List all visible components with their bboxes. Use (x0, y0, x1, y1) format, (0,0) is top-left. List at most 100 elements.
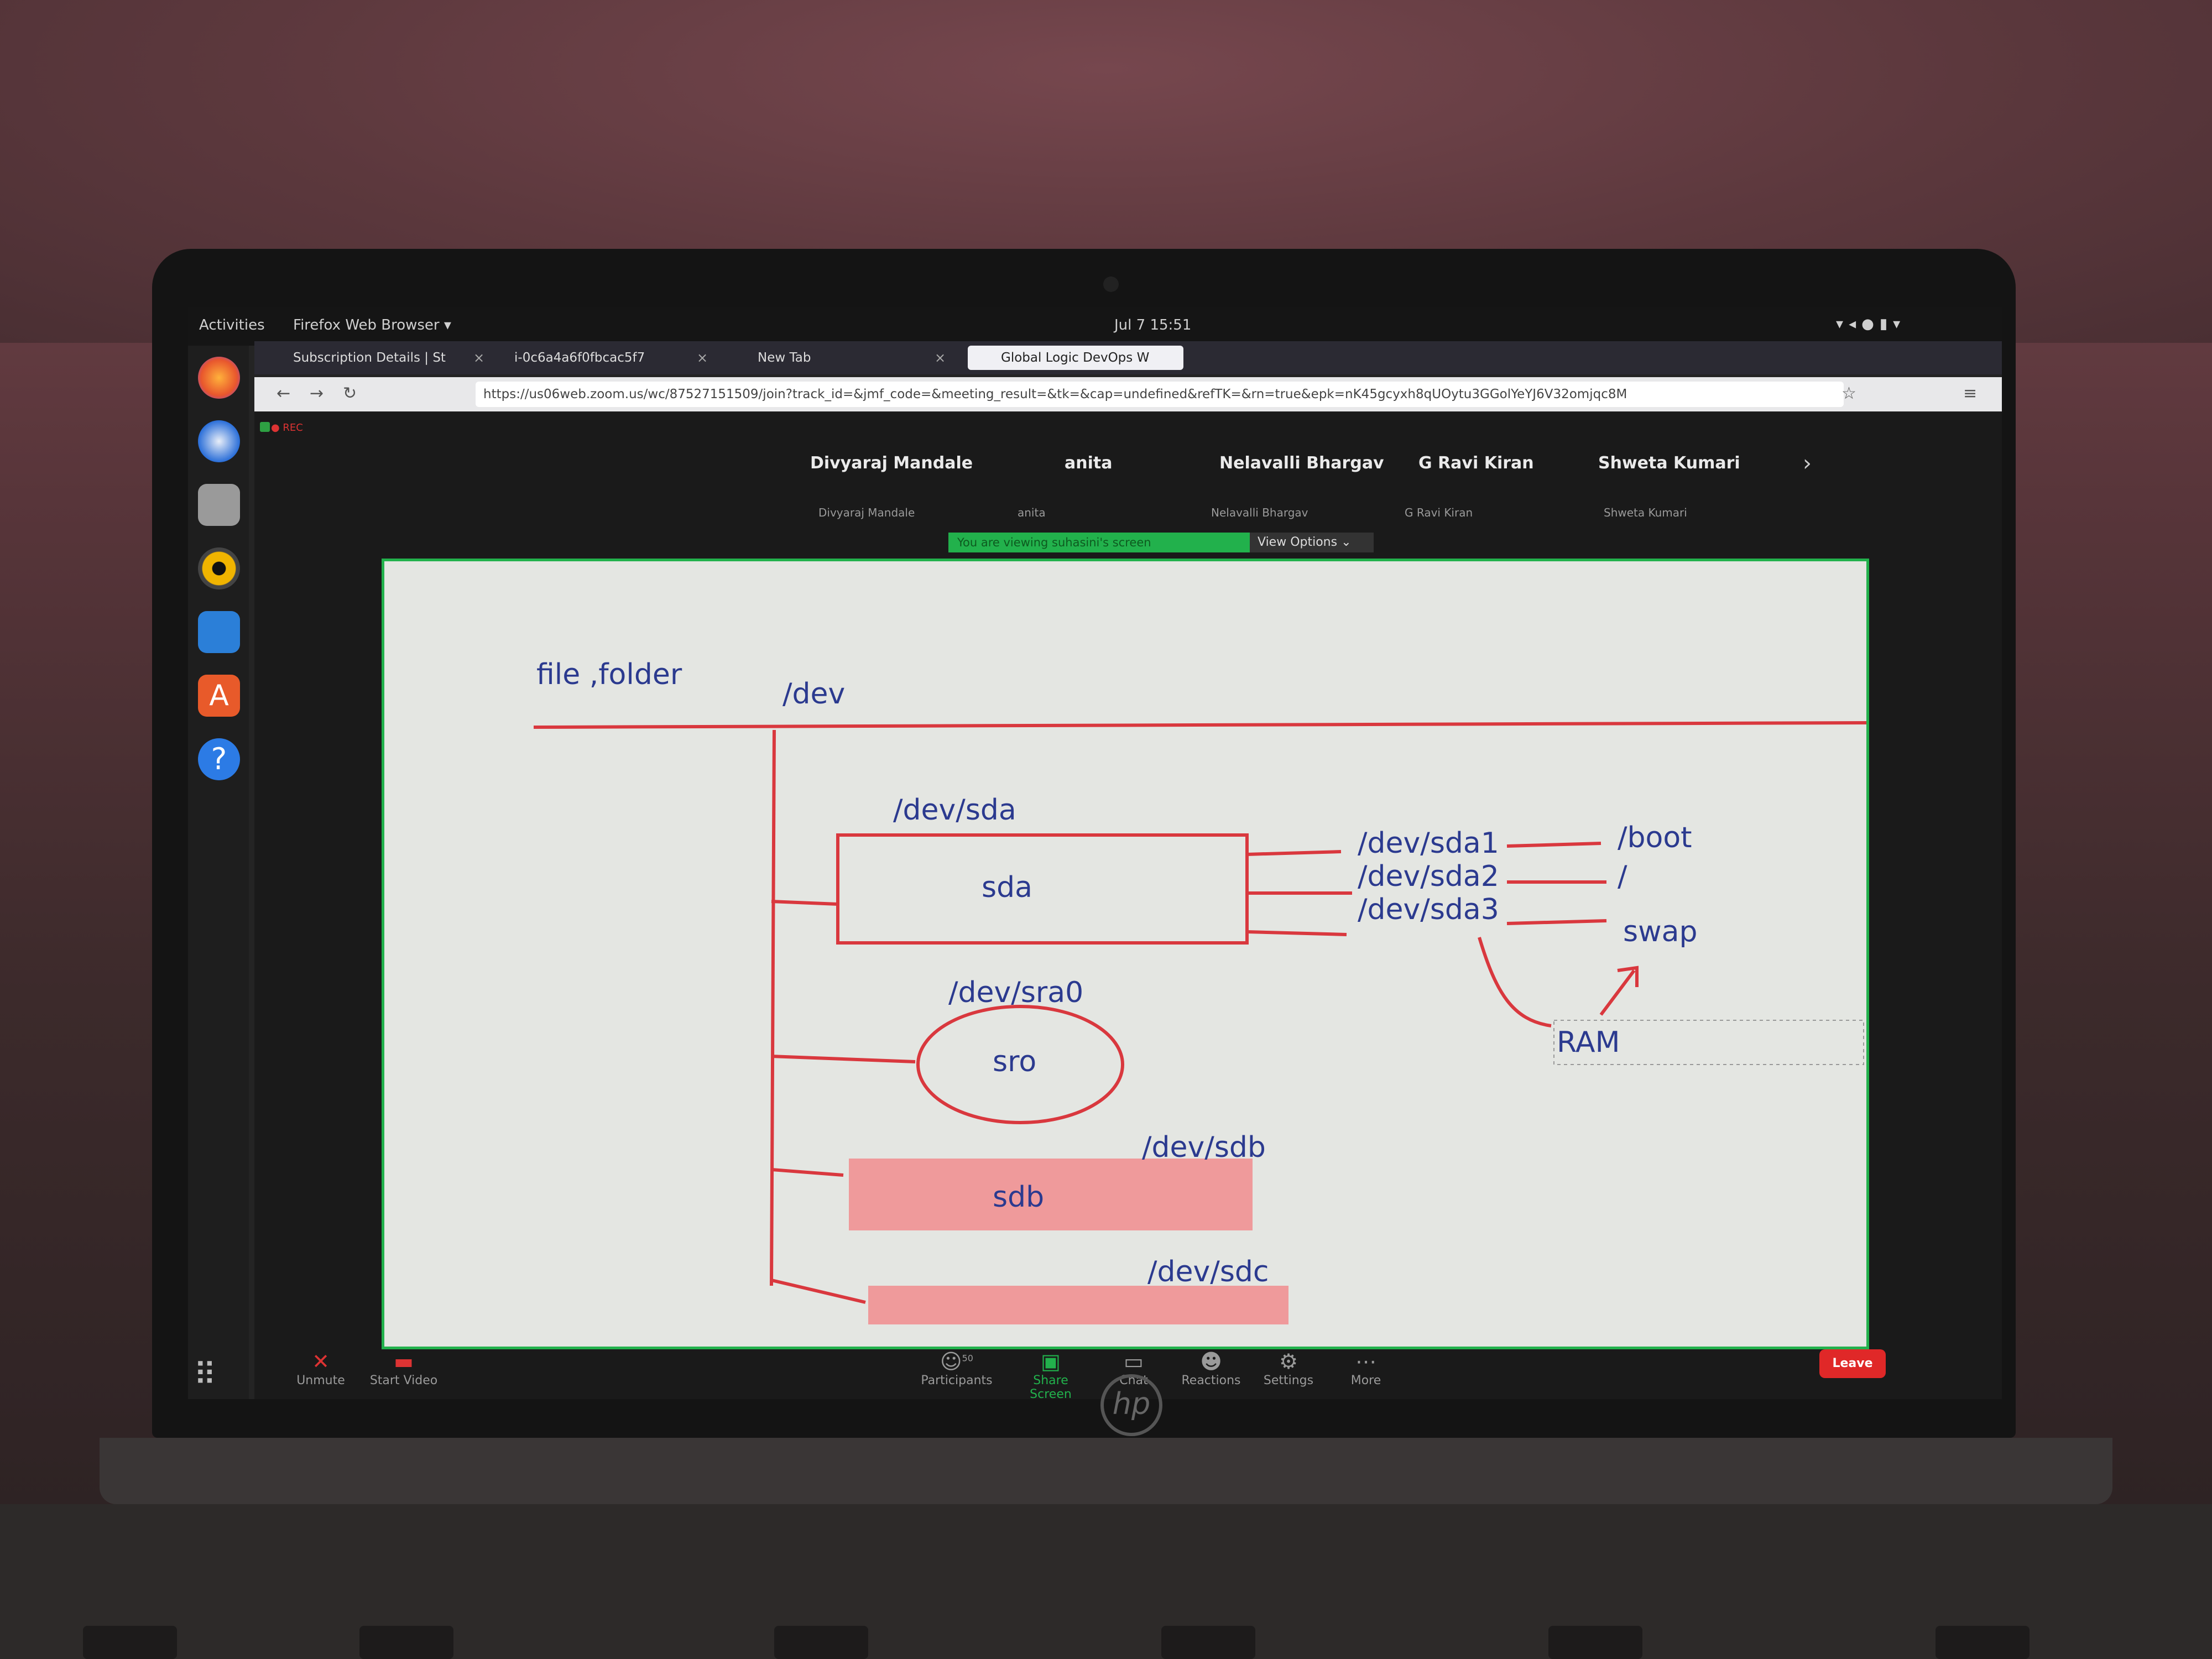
leave-button[interactable]: Leave (1819, 1349, 1886, 1378)
label-sda: sda (982, 871, 1032, 904)
battery-icon: ▮ (1879, 316, 1893, 332)
keyboard-key (1161, 1626, 1255, 1659)
app-grid-icon[interactable]: ⠿ (194, 1357, 216, 1393)
label-dev-sda: /dev/sda (893, 794, 1016, 827)
tree-trunk (770, 729, 776, 1286)
share-banner: You are viewing suhasini's screen (948, 533, 1250, 552)
reactions-button[interactable]: ☻ Reactions (1172, 1349, 1250, 1387)
label-swap: swap (1623, 915, 1698, 948)
thunderbird-icon[interactable] (198, 420, 240, 462)
keyboard-key (359, 1626, 453, 1659)
reload-icon[interactable]: ↻ (343, 384, 357, 403)
close-icon[interactable]: × (697, 346, 708, 370)
activities-button[interactable]: Activities (199, 317, 265, 333)
settings-label: Settings (1263, 1374, 1314, 1387)
settings-button[interactable]: ⚙ Settings (1250, 1349, 1327, 1387)
label-sda3: /dev/sda3 (1358, 893, 1499, 926)
arrow-boot (1506, 842, 1601, 848)
participant-tile[interactable]: G Ravi Kiran (1418, 453, 1534, 473)
files-icon[interactable] (198, 484, 240, 526)
laptop-keyboard (0, 1504, 2212, 1659)
firefox-icon[interactable] (198, 357, 240, 399)
label-boot: /boot (1618, 821, 1692, 854)
laptop-screen: Activities Firefox Web Browser ▾ Jul 7 1… (188, 307, 2002, 1399)
tab-instance[interactable]: i-0c6a4a6f0fbcac5f7 (514, 346, 680, 370)
microphone-icon: ● (1861, 316, 1880, 332)
ram-arrow (1599, 966, 1639, 1016)
label-dev: /dev (782, 677, 846, 711)
clock[interactable]: Jul 7 15:51 (1114, 317, 1191, 333)
participants-button[interactable]: ☺50 Participants (918, 1349, 995, 1387)
microphone-muted-icon: ✕ (312, 1349, 330, 1374)
unmute-button[interactable]: ✕ Unmute (282, 1349, 359, 1387)
star-icon[interactable]: ☆ (1841, 384, 1856, 403)
tab-global-logic-devops[interactable]: Global Logic DevOps W (968, 346, 1183, 370)
view-options-button[interactable]: View Options ⌄ (1250, 533, 1374, 552)
rhythmbox-icon[interactable] (198, 547, 240, 589)
participant-name: Shweta Kumari (1604, 506, 1687, 519)
app-menu[interactable]: Firefox Web Browser ▾ (293, 317, 451, 333)
video-off-icon: ▬ (394, 1349, 414, 1374)
shared-screen-whiteboard: file ,folder /dev /dev/sda sda /dev/sda1… (382, 559, 1869, 1349)
webcam (1103, 276, 1119, 292)
start-video-label: Start Video (369, 1374, 438, 1387)
laptop-hinge (100, 1438, 2112, 1504)
label-dev-sdb: /dev/sdb (1142, 1131, 1266, 1164)
close-icon[interactable]: × (473, 346, 484, 370)
share-screen-label: Share Screen (1030, 1374, 1072, 1399)
share-screen-button[interactable]: ▣ Share Screen (1012, 1349, 1089, 1399)
participant-tile[interactable]: anita (1065, 453, 1112, 473)
start-video-button[interactable]: ▬ Start Video (365, 1349, 442, 1387)
gear-icon: ⚙ (1279, 1349, 1298, 1374)
wifi-icon: ▾ (1836, 316, 1849, 332)
help-icon[interactable]: ? (198, 738, 240, 780)
tab-subscription-details[interactable]: Subscription Details | St (293, 346, 470, 370)
sda-box (836, 833, 1249, 945)
back-icon[interactable]: ← (276, 384, 290, 403)
tab-new-tab[interactable]: New Tab (735, 346, 924, 370)
ubuntu-dock: A ? (188, 346, 249, 1399)
keyboard-key (1548, 1626, 1642, 1659)
participants-icon: ☺50 (940, 1349, 973, 1374)
reactions-label: Reactions (1181, 1374, 1241, 1387)
branch-sda (771, 900, 838, 906)
recording-indicator: ● REC (271, 422, 303, 434)
swap-ram-curve (1478, 937, 1552, 1027)
label-ram[interactable]: RAM (1557, 1026, 1620, 1059)
label-sda1: /dev/sda1 (1358, 827, 1499, 860)
keyboard-key (83, 1626, 177, 1659)
more-icon: ⋯ (1355, 1349, 1376, 1374)
more-button[interactable]: ⋯ More (1327, 1349, 1405, 1387)
participant-name: G Ravi Kiran (1405, 506, 1473, 519)
label-sro: sro (993, 1045, 1037, 1078)
writer-icon[interactable] (198, 611, 240, 653)
volume-icon: ◂ (1849, 316, 1862, 332)
keyboard-key (1936, 1626, 2030, 1659)
participant-tile[interactable]: Divyaraj Mandale (810, 453, 973, 473)
system-tray[interactable]: ▾◂●▮▾ (1836, 316, 1906, 332)
label-dev-sdc: /dev/sdc (1147, 1255, 1269, 1288)
participant-name: Nelavalli Bhargav (1211, 506, 1308, 519)
participant-tile[interactable]: Nelavalli Bhargav (1219, 453, 1384, 473)
chat-icon: ▭ (1124, 1349, 1144, 1374)
dev-line (533, 721, 1866, 729)
sdb-fill (849, 1159, 1253, 1230)
url-input[interactable]: https://us06web.zoom.us/wc/87527151509/j… (476, 382, 1844, 407)
label-sdb: sdb (993, 1181, 1045, 1214)
forward-icon[interactable]: → (310, 384, 324, 403)
tab-label: Global Logic DevOps W (1001, 351, 1150, 365)
menu-icon[interactable]: ≡ (1963, 384, 1977, 403)
keyboard-key (774, 1626, 868, 1659)
software-center-icon[interactable]: A (198, 675, 240, 717)
shield-icon (260, 422, 270, 432)
branch-sro (771, 1055, 916, 1063)
chevron-right-icon[interactable]: › (1803, 451, 1812, 476)
share-screen-icon: ▣ (1041, 1349, 1061, 1374)
more-label: More (1350, 1374, 1381, 1387)
chevron-down-icon: ▾ (1893, 316, 1906, 332)
participants-label: Participants (921, 1374, 993, 1387)
zoom-meeting: ● REC Divyaraj Mandale anita Nelavalli B… (194, 412, 2002, 1399)
participants-count: 50 (962, 1353, 973, 1364)
participant-tile[interactable]: Shweta Kumari (1598, 453, 1740, 473)
close-icon[interactable]: × (935, 346, 946, 370)
